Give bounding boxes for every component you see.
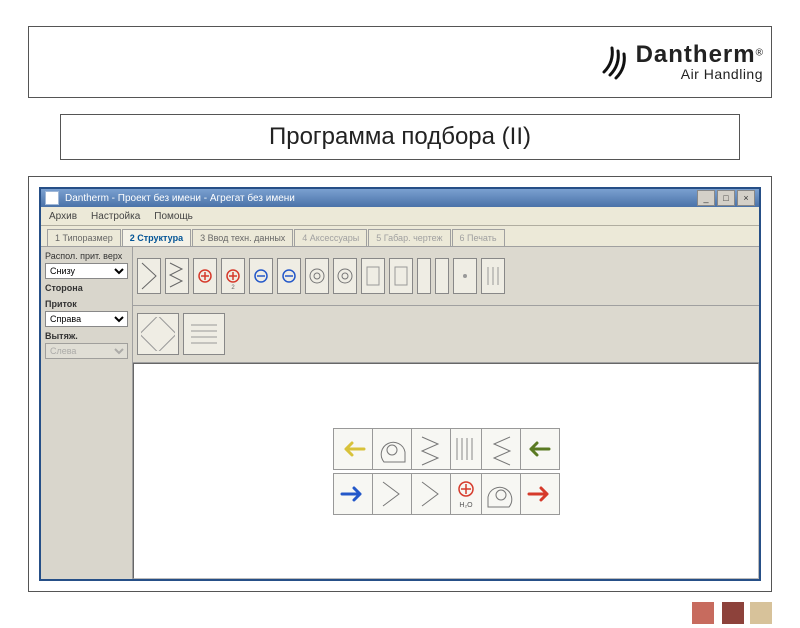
maximize-button[interactable]: □ — [717, 190, 735, 206]
pal-fan-1-icon[interactable] — [305, 258, 329, 294]
menubar: Архив Настройка Помощь — [41, 207, 759, 226]
pal-mix-icon[interactable] — [481, 258, 505, 294]
exchanger-palette — [133, 306, 759, 363]
brand-logo: Dantherm® Air Handling — [598, 42, 763, 82]
brand-box: Dantherm® Air Handling — [28, 26, 772, 98]
tab-4-accessories[interactable]: 4 Аксессуары — [294, 229, 367, 246]
logo-mark-icon — [598, 42, 630, 82]
cell-filter-bot-2[interactable] — [411, 473, 451, 515]
tab-3-techdata[interactable]: 3 Ввод техн. данных — [192, 229, 293, 246]
cell-fan-top[interactable] — [372, 428, 412, 470]
screenshot-frame: Dantherm - Проект без имени - Агрегат бе… — [28, 176, 772, 592]
pal-blank-2-icon[interactable] — [435, 258, 449, 294]
minimize-button[interactable]: _ — [697, 190, 715, 206]
deco-square-3 — [750, 602, 772, 624]
brand-name: Dantherm — [636, 41, 756, 68]
pal-cooler-2-icon[interactable] — [277, 258, 301, 294]
pal-filter-b-icon[interactable] — [165, 258, 189, 294]
app-window: Dantherm - Проект без имени - Агрегат бе… — [39, 187, 761, 581]
cell-heater-h2o[interactable]: H₂O — [450, 473, 482, 515]
pal-heater-1-icon[interactable] — [193, 258, 217, 294]
cell-arrow-out-left[interactable] — [333, 428, 373, 470]
pal-filter-a-icon[interactable] — [137, 258, 161, 294]
svg-text:2: 2 — [231, 285, 235, 291]
supply-pos-select[interactable]: Снизу — [45, 263, 128, 279]
cell-arrow-out-right[interactable] — [520, 473, 560, 515]
brand-subline: Air Handling — [636, 67, 763, 81]
cell-filter-top-2[interactable] — [481, 428, 521, 470]
deco-square-1 — [692, 602, 714, 624]
titlebar[interactable]: Dantherm - Проект без имени - Агрегат бе… — [41, 189, 759, 207]
menu-help[interactable]: Помощь — [154, 211, 193, 222]
deco-square-2 — [722, 602, 744, 624]
tab-2-structure[interactable]: 2 Структура — [122, 229, 191, 246]
pritok-label: Приток — [45, 299, 128, 309]
menu-settings[interactable]: Настройка — [91, 211, 140, 222]
pal-rotary-hex-icon[interactable] — [137, 313, 179, 355]
tab-1-size[interactable]: 1 Типоразмер — [47, 229, 121, 246]
design-canvas[interactable]: H₂O — [133, 363, 759, 579]
cell-fan-bot[interactable] — [481, 473, 521, 515]
window-title: Dantherm - Проект без имени - Агрегат бе… — [65, 193, 295, 204]
pal-heater-2-icon[interactable]: 2 — [221, 258, 245, 294]
pal-cooler-1-icon[interactable] — [249, 258, 273, 294]
pritok-select[interactable]: Справа — [45, 311, 128, 327]
cell-arrow-in-left[interactable] — [520, 428, 560, 470]
pal-plate-hex-icon[interactable] — [183, 313, 225, 355]
cell-arrow-in-right[interactable] — [333, 473, 373, 515]
tab-6-print[interactable]: 6 Печать — [452, 229, 505, 246]
ahu-unit: H₂O — [333, 428, 559, 514]
unit-bottom-row: H₂O — [333, 473, 559, 514]
vyt-select: Слева — [45, 343, 128, 359]
tab-bar: 1 Типоразмер 2 Структура 3 Ввод техн. да… — [41, 226, 759, 247]
vyt-label: Вытяж. — [45, 331, 128, 341]
side-label: Сторона — [45, 283, 128, 293]
slide-title: Программа подбора (II) — [60, 114, 740, 160]
pal-blank-1-icon[interactable] — [417, 258, 431, 294]
pal-sound-icon[interactable] — [389, 258, 413, 294]
pal-damper-icon[interactable] — [361, 258, 385, 294]
close-button[interactable]: × — [737, 190, 755, 206]
tab-5-drawing[interactable]: 5 Габар. чертеж — [368, 229, 450, 246]
cell-filter-bot-1[interactable] — [372, 473, 412, 515]
sidebar: Распол. прит. верх Снизу Сторона Приток … — [41, 247, 133, 579]
heater-label: H₂O — [459, 502, 473, 509]
unit-top-row — [333, 428, 559, 469]
app-icon — [45, 191, 59, 205]
reg-mark: ® — [756, 48, 763, 59]
supply-pos-label: Распол. прит. верх — [45, 251, 128, 261]
cell-exchanger-top[interactable] — [450, 428, 482, 470]
pal-humid-icon[interactable] — [453, 258, 477, 294]
menu-archive[interactable]: Архив — [49, 211, 77, 222]
cell-filter-top-1[interactable] — [411, 428, 451, 470]
component-palette: 2 — [133, 247, 759, 306]
pal-fan-2-icon[interactable] — [333, 258, 357, 294]
